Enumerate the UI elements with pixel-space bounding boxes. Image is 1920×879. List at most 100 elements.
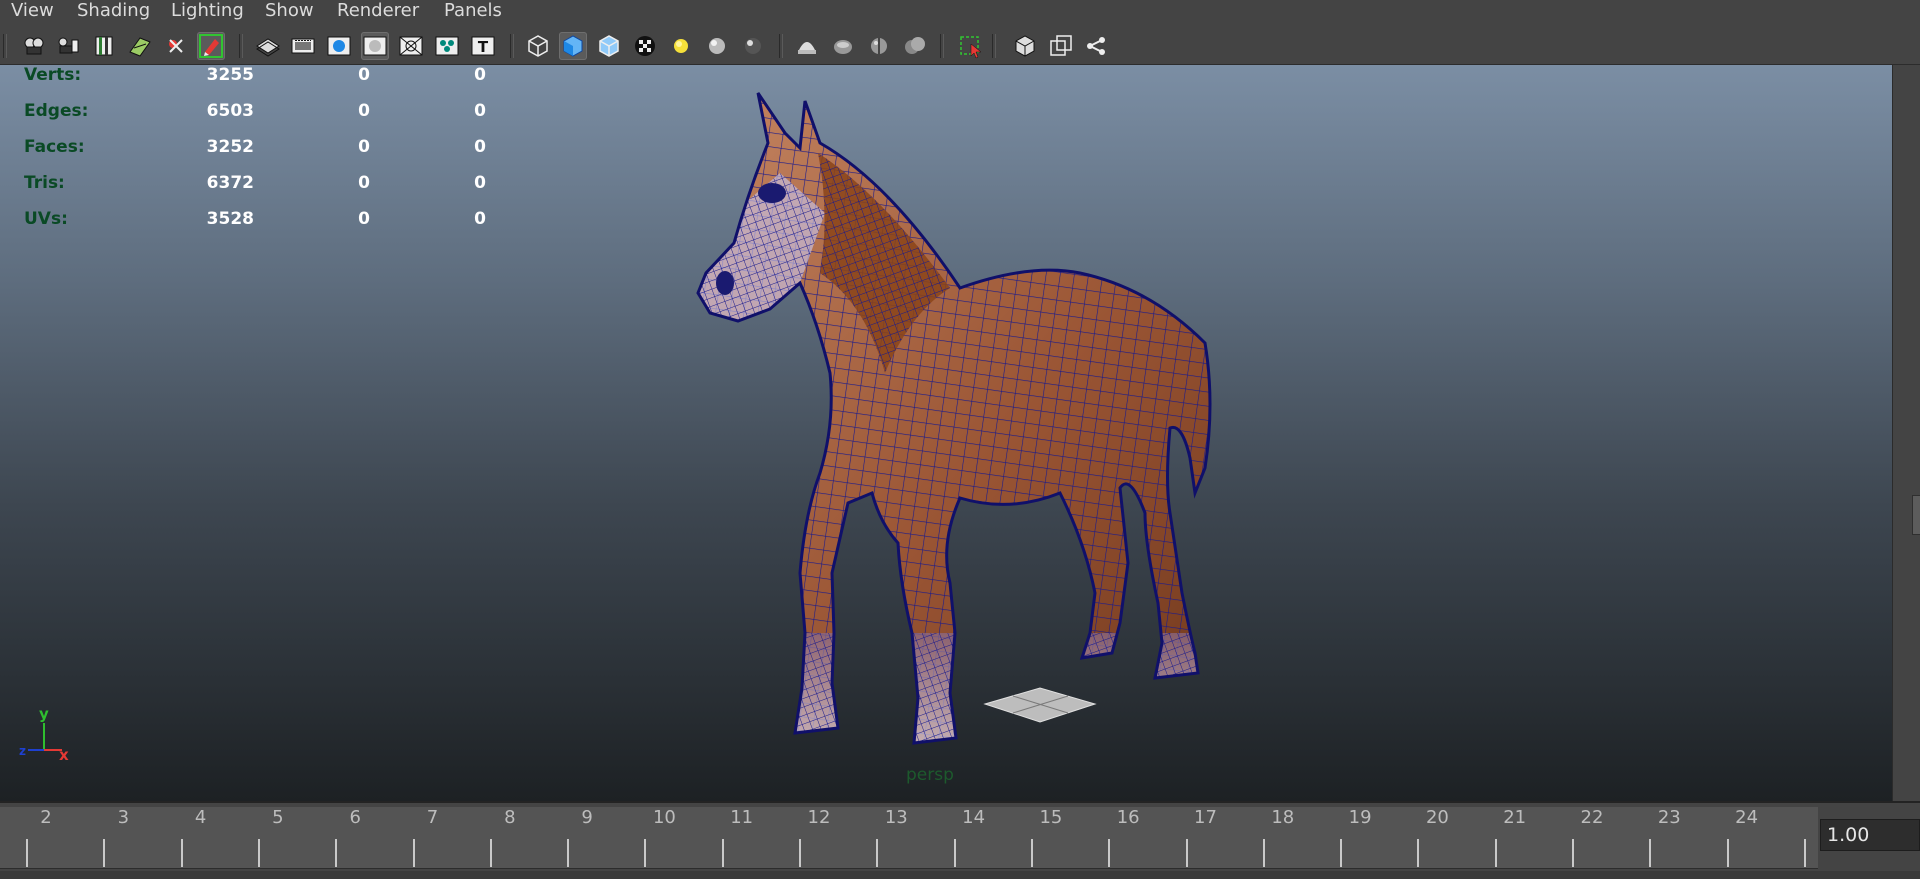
timeline-frame-label: 22 xyxy=(1580,807,1604,828)
camera-tool-icon[interactable] xyxy=(197,32,225,60)
timeline-tick xyxy=(1649,839,1652,867)
timeline-tick xyxy=(1572,839,1574,867)
timeline-tick xyxy=(26,839,28,867)
hud-value-object: 3528 xyxy=(206,209,254,229)
shadows-icon[interactable] xyxy=(703,32,731,60)
toolbar-separator xyxy=(992,34,996,58)
timeline-frame-label: 21 xyxy=(1503,807,1527,828)
xray-components-icon[interactable] xyxy=(1082,32,1110,60)
depth-of-field-icon[interactable] xyxy=(1011,32,1039,60)
timeline-tick xyxy=(1108,839,1111,867)
timeline-frame-label: 17 xyxy=(1194,807,1217,828)
timeline-tick xyxy=(1185,839,1188,867)
menu-renderer[interactable]: Renderer xyxy=(337,0,419,22)
toolbar-separator xyxy=(940,34,944,58)
hud-value-component: 0 xyxy=(474,65,486,85)
hud-value-object: 3252 xyxy=(206,137,254,157)
motion-blur-icon[interactable] xyxy=(865,32,893,60)
panel-toolbar: T xyxy=(0,24,1920,65)
hud-value-selected: 0 xyxy=(358,173,370,193)
grid-icon[interactable] xyxy=(254,32,282,60)
menu-shading[interactable]: Shading xyxy=(77,0,150,22)
field-chart-icon[interactable] xyxy=(397,32,425,60)
timeline-tick xyxy=(489,839,492,867)
timeline-frame-label: 9 xyxy=(581,807,593,828)
menu-panels[interactable]: Panels xyxy=(444,0,502,22)
timeline-frame-label: 8 xyxy=(504,807,516,828)
scroll-thumb[interactable] xyxy=(1912,495,1920,535)
timeline-frame-label: 10 xyxy=(652,807,676,828)
timeline-frame-label: 3 xyxy=(117,807,130,828)
timeline-tick xyxy=(1340,839,1343,867)
timeline-frame-label: 19 xyxy=(1348,807,1372,828)
timeline-tick xyxy=(799,839,801,867)
timeline-frame-label: 4 xyxy=(194,807,207,828)
bookmarks-icon[interactable] xyxy=(90,32,118,60)
toolbar-separator xyxy=(779,34,783,58)
hud-value-object: 3255 xyxy=(206,65,254,85)
hud-label: Edges: xyxy=(24,101,89,121)
timeline-frame-label: 13 xyxy=(884,807,908,828)
current-frame-field[interactable]: 1.00 xyxy=(1820,819,1920,851)
timeline-frame-label: 18 xyxy=(1271,807,1295,828)
hud-label: UVs: xyxy=(24,209,68,229)
timeline-frame-label: 16 xyxy=(1116,807,1140,828)
high-quality-icon[interactable] xyxy=(739,32,767,60)
axis-label-x: x xyxy=(59,746,69,761)
timeline-tick xyxy=(1417,839,1420,867)
menu-lighting[interactable]: Lighting xyxy=(171,0,244,22)
resolution-gate-icon[interactable] xyxy=(325,32,353,60)
grease-pencil-icon[interactable] xyxy=(162,32,190,60)
isolate-select-icon[interactable] xyxy=(957,32,985,60)
toolbar-separator xyxy=(3,34,7,58)
timeline-frame-label: 11 xyxy=(730,807,754,828)
anti-alias-icon[interactable] xyxy=(901,32,929,60)
horse-model[interactable] xyxy=(650,73,1250,793)
hud-value-component: 0 xyxy=(474,173,486,193)
timeline-frame-label: 5 xyxy=(272,807,284,828)
time-slider[interactable]: 2 3 4 5 6 7 8 9 10 11 12 13 14 15 16 17 18 19 20 21 22 23 24 1… xyxy=(0,801,1920,879)
use-all-lights-icon[interactable] xyxy=(667,32,695,60)
hud-value-object: 6372 xyxy=(206,173,254,193)
hud-value-component: 0 xyxy=(474,209,486,229)
timeline-tick xyxy=(1494,839,1497,867)
ground-grid xyxy=(983,687,1097,723)
timeline-frame-label: 14 xyxy=(962,807,986,828)
panel-scroll-strip[interactable] xyxy=(1892,65,1920,801)
smooth-shade-icon[interactable] xyxy=(559,32,587,60)
timeline-frame-label: 15 xyxy=(1039,807,1063,828)
safe-title-icon[interactable]: T xyxy=(469,32,497,60)
timeline-tick xyxy=(644,839,647,867)
menu-view[interactable]: View xyxy=(11,0,54,22)
menu-show[interactable]: Show xyxy=(265,0,314,22)
timeline-tick xyxy=(412,839,415,867)
hud-value-selected: 0 xyxy=(358,101,370,121)
xray-joints-icon[interactable] xyxy=(1047,32,1075,60)
safe-action-icon[interactable] xyxy=(433,32,461,60)
hud-value-component: 0 xyxy=(474,137,486,157)
timeline-tick xyxy=(103,839,106,867)
toolbar-separator xyxy=(510,34,514,58)
image-plane-icon[interactable] xyxy=(126,32,154,60)
time-ruler[interactable]: 2 3 4 5 6 7 8 9 10 11 12 13 14 15 16 17 18 19 20 21 22 23 24 xyxy=(0,807,1818,869)
wireframe-on-shaded-icon[interactable] xyxy=(595,32,623,60)
textured-icon[interactable] xyxy=(631,32,659,60)
wireframe-icon[interactable] xyxy=(524,32,552,60)
select-camera-icon[interactable] xyxy=(20,32,48,60)
film-gate-icon[interactable] xyxy=(289,32,317,60)
ambient-occlusion-icon[interactable] xyxy=(829,32,857,60)
timeline-frame-label: 2 xyxy=(40,807,52,828)
hud-value-object: 6503 xyxy=(206,101,254,121)
timeline-frame-label: 24 xyxy=(1735,807,1759,828)
timeline-tick xyxy=(1726,839,1729,867)
camera-name-label: persp xyxy=(906,765,954,785)
panel-menu-bar: View Shading Lighting Show Renderer Pane… xyxy=(0,0,1920,24)
view-axis-gizmo: y x z xyxy=(19,705,69,761)
camera-attributes-icon[interactable] xyxy=(54,32,82,60)
xray-icon[interactable] xyxy=(793,32,821,60)
perspective-viewport[interactable]: Verts: 3255 0 0 Edges: 6503 0 0 Faces: 3… xyxy=(0,65,1892,801)
gate-mask-icon[interactable] xyxy=(361,32,389,60)
timeline-tick xyxy=(876,839,879,867)
timeline-tick xyxy=(721,839,724,867)
timeline-tick xyxy=(335,839,338,867)
